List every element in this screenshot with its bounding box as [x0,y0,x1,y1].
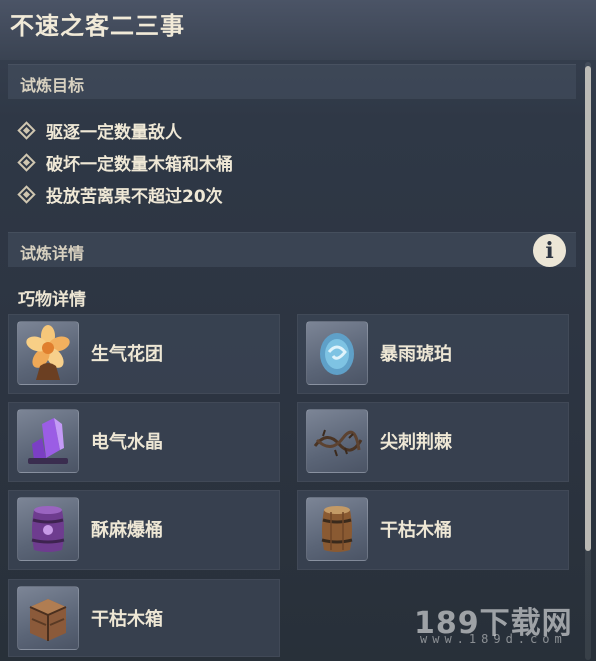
gadget-card[interactable]: 尖刺荆棘 [297,402,569,482]
objectives-label: 试炼目标 [20,76,85,95]
flower-icon [17,321,79,385]
scrollbar-thumb[interactable] [585,66,591,551]
gadget-card[interactable]: 生气花团 [8,314,280,394]
gadget-name: 酥麻爆桶 [91,520,163,541]
gadget-name: 电气水晶 [91,432,163,453]
diamond-bullet-icon [17,153,36,172]
objective-item: 破坏一定数量木箱和木桶 [17,150,233,175]
gadget-card[interactable]: 暴雨琥珀 [297,314,569,394]
gadget-name: 生气花团 [91,344,163,365]
objective-text: 破坏一定数量木箱和木桶 [46,155,233,175]
objectives-section-header: 试炼目标 [8,64,576,99]
gadget-card[interactable]: 干枯木箱 [8,579,280,657]
watermark-url: www.189d.com [420,632,567,646]
scrollbar[interactable] [585,62,591,660]
purple-barrel-icon [17,497,79,561]
gadget-name: 干枯木桶 [380,520,452,541]
objective-item: 投放苦离果不超过20次 [17,182,223,207]
objective-text: 驱逐一定数量敌人 [46,123,182,143]
gadget-name: 尖刺荆棘 [380,432,452,453]
gadget-card[interactable]: 干枯木桶 [297,490,569,570]
details-label: 试炼详情 [20,244,85,263]
gadget-card[interactable]: 酥麻爆桶 [8,490,280,570]
page-title: 不速之客二三事 [10,12,185,40]
wood-barrel-icon [306,497,368,561]
objective-item: 驱逐一定数量敌人 [17,118,182,143]
gadget-card[interactable]: 电气水晶 [8,402,280,482]
crystal-icon [17,409,79,473]
gadget-name: 暴雨琥珀 [380,344,452,365]
gadget-name: 干枯木箱 [91,609,163,630]
objective-text: 投放苦离果不超过20次 [46,187,223,207]
diamond-bullet-icon [17,185,36,204]
diamond-bullet-icon [17,121,36,140]
thorn-icon [306,409,368,473]
amber-icon [306,321,368,385]
info-icon[interactable]: i [533,234,566,267]
wood-crate-icon [17,586,79,650]
details-section-header: 试炼详情 [8,232,576,267]
gadget-details-heading: 巧物详情 [18,290,86,310]
